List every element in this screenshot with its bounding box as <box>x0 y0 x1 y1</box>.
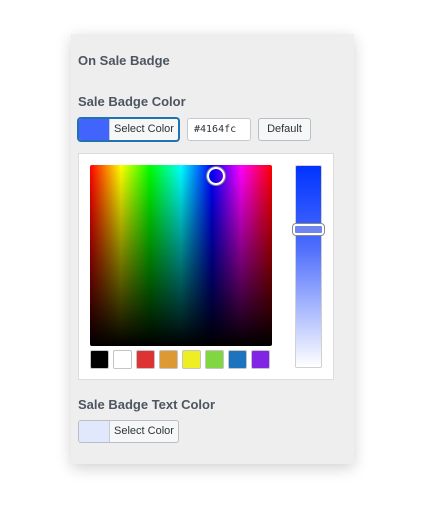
palette-swatch[interactable] <box>182 350 201 369</box>
spectrum-handle[interactable] <box>207 167 225 185</box>
lightness-slider[interactable] <box>293 165 324 368</box>
palette-swatch[interactable] <box>159 350 178 369</box>
section-title: On Sale Badge <box>78 53 170 68</box>
badge-color-label: Sale Badge Color <box>78 94 186 109</box>
text-color-swatch <box>79 421 110 442</box>
hex-color-input[interactable]: #4164fc <box>187 118 251 141</box>
text-color-label: Sale Badge Text Color <box>78 397 216 412</box>
default-button[interactable]: Default <box>258 118 311 141</box>
color-spectrum[interactable] <box>90 165 272 346</box>
palette-swatch[interactable] <box>113 350 132 369</box>
badge-color-select-button[interactable]: Select Color <box>78 118 179 141</box>
settings-panel: On Sale Badge Sale Badge Color Select Co… <box>71 34 354 464</box>
palette-swatch[interactable] <box>90 350 109 369</box>
color-picker <box>78 153 334 380</box>
palette-swatch[interactable] <box>136 350 155 369</box>
palette-swatch[interactable] <box>205 350 224 369</box>
badge-color-swatch <box>79 119 110 140</box>
text-color-select-label: Select Color <box>114 425 174 437</box>
text-color-select-button[interactable]: Select Color <box>78 420 179 443</box>
color-palette <box>90 350 270 369</box>
palette-swatch[interactable] <box>251 350 270 369</box>
slider-handle[interactable] <box>293 224 324 235</box>
palette-swatch[interactable] <box>228 350 247 369</box>
badge-color-select-label: Select Color <box>114 123 174 135</box>
